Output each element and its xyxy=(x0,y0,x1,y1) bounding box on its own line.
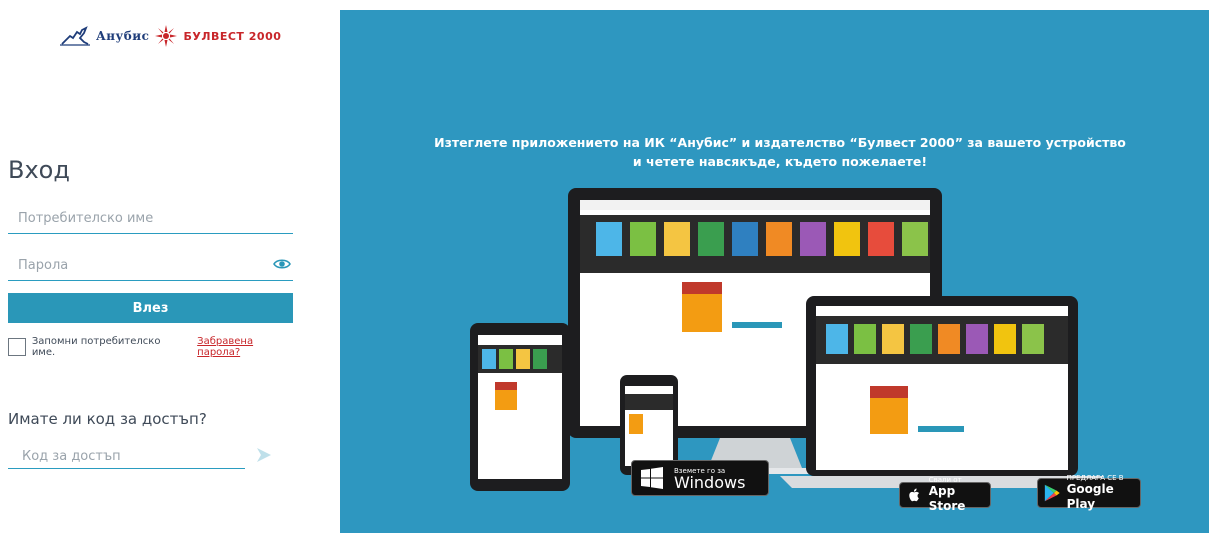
submit-code-arrow-icon[interactable] xyxy=(255,446,273,464)
show-password-eye-icon[interactable] xyxy=(273,257,291,271)
google-play-badge[interactable]: ПРЕДЛАГА СЕ В Google Play xyxy=(1037,474,1141,511)
password-input[interactable] xyxy=(8,251,293,280)
anubis-logo-text: Анубис xyxy=(96,29,150,43)
password-field-wrapper xyxy=(8,251,293,281)
googleplay-badge-big: Google Play xyxy=(1066,482,1114,511)
access-code-input[interactable] xyxy=(8,444,245,468)
tablet-device xyxy=(470,323,570,491)
google-play-icon xyxy=(1044,484,1060,502)
anubis-logo-icon xyxy=(60,26,90,46)
login-title: Вход xyxy=(8,156,70,184)
appstore-badge-big: App Store xyxy=(928,484,966,513)
brand-logo: Анубис БУЛВЕСТ 2000 xyxy=(60,24,281,48)
bulvest-logo-text: БУЛВЕСТ 2000 xyxy=(183,29,282,43)
promo-panel: Изтеглете приложението на ИК “Анубис” и … xyxy=(340,10,1209,533)
windows-store-badge[interactable]: Вземете го за Windows xyxy=(631,460,769,496)
appstore-badge-small: Свали от xyxy=(928,476,962,484)
page: Анубис БУЛВЕСТ 2000 Вход Потребителско и… xyxy=(0,0,1209,533)
username-field-wrapper xyxy=(8,204,293,234)
username-input[interactable] xyxy=(8,204,293,233)
remember-row: Запомни потребителско име. Забравена пар… xyxy=(8,336,298,358)
windows-logo-icon xyxy=(641,467,663,489)
app-store-badge[interactable]: Свали от App Store xyxy=(899,476,991,513)
forgot-password-link[interactable]: Забравена парола? xyxy=(197,336,298,358)
access-code-field-wrapper xyxy=(8,444,245,469)
login-button[interactable]: Влез xyxy=(8,293,293,323)
bulvest-logo-icon xyxy=(155,25,178,47)
windows-badge-big: Windows xyxy=(674,472,746,492)
devices-illustration xyxy=(470,188,1104,491)
login-panel: Анубис БУЛВЕСТ 2000 Вход Потребителско и… xyxy=(0,0,340,533)
googleplay-badge-small: ПРЕДЛАГА СЕ В xyxy=(1066,474,1124,482)
remember-checkbox[interactable] xyxy=(8,338,26,356)
apple-logo-icon xyxy=(909,487,920,501)
access-code-title: Имате ли код за достъп? xyxy=(8,410,207,428)
remember-label: Запомни потребителско име. xyxy=(31,336,161,358)
laptop-device xyxy=(780,296,1104,488)
